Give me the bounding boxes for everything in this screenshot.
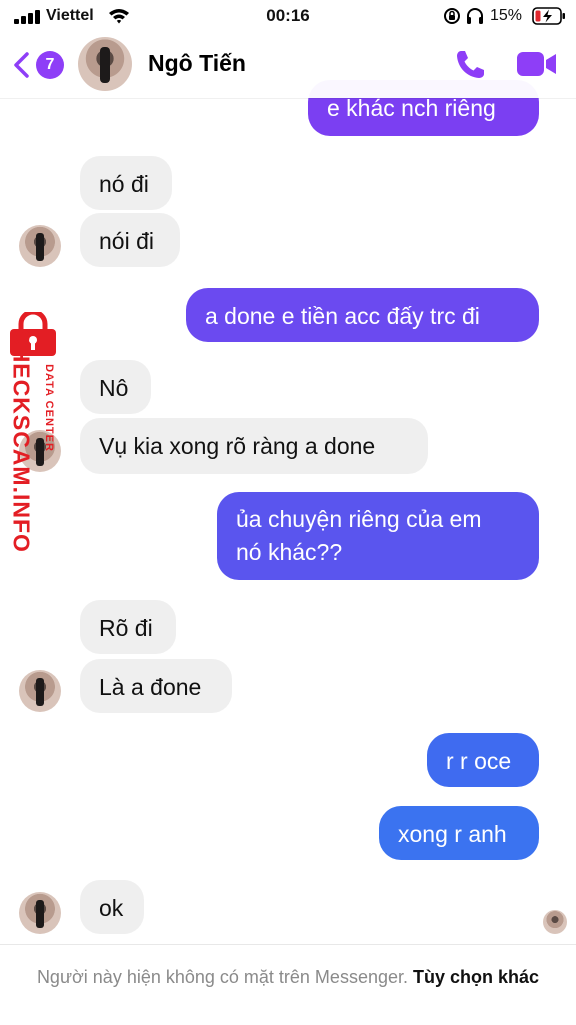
message-text: Là a đone	[99, 674, 202, 700]
message-bubble-incoming[interactable]: Là a đone	[80, 659, 232, 713]
message-bubble-outgoing[interactable]: ủa chuyện riêng của em nó khác??	[217, 492, 539, 580]
notice-text: Người này hiện không có mặt trên Messeng…	[36, 967, 408, 987]
message-text: ok	[99, 895, 124, 921]
seen-receipt-avatar	[543, 910, 567, 934]
rotation-lock-icon	[444, 8, 460, 24]
sender-avatar[interactable]	[19, 892, 61, 934]
message-bubble-incoming[interactable]: Nô	[80, 360, 151, 414]
message-bubble-incoming[interactable]: ok	[80, 880, 144, 934]
contact-avatar[interactable]	[78, 37, 132, 91]
status-bar: Viettel 00:16 15%	[0, 0, 576, 32]
message-bubble-incoming[interactable]: Vụ kia xong rõ ràng a done	[80, 418, 428, 474]
battery-charging-icon	[532, 7, 565, 25]
sender-avatar[interactable]	[19, 225, 61, 267]
message-text: Rõ đi	[99, 615, 153, 641]
headphones-icon	[467, 8, 483, 24]
message-text: Vụ kia xong rõ ràng a done	[99, 433, 376, 459]
battery-percentage: 15%	[490, 7, 523, 24]
chevron-left-icon	[14, 52, 29, 78]
watermark: CHECKSCAM.INFO DATA CENTER	[4, 312, 64, 592]
message-text: r r oce	[446, 748, 512, 774]
message-bubble-incoming[interactable]: nói đi	[80, 213, 180, 267]
message-text-line-2: nó khác??	[236, 539, 343, 565]
message-text: ủa chuyện riêng của em	[236, 506, 482, 532]
unavailable-notice: Người này hiện không có mặt trên Messeng…	[0, 965, 576, 989]
sender-avatar[interactable]	[19, 670, 61, 712]
message-text: xong r anh	[398, 821, 507, 847]
chat-header: 7 Ngô Tiến	[0, 32, 576, 98]
back-button[interactable]: 7	[12, 48, 64, 82]
video-call-icon[interactable]	[516, 50, 558, 78]
contact-name[interactable]: Ngô Tiến	[148, 50, 246, 77]
watermark-brand: CHECKSCAM.INFO	[8, 328, 35, 553]
message-text: e khác nch riêng	[327, 95, 496, 121]
message-bubble-incoming[interactable]: nó đi	[80, 156, 172, 210]
unread-count-badge: 7	[36, 51, 64, 79]
message-bubble-incoming[interactable]: Rõ đi	[80, 600, 176, 654]
unavailable-footer: Người này hiện không có mặt trên Messeng…	[0, 944, 576, 1025]
message-text: nó đi	[99, 171, 149, 197]
message-bubble-outgoing[interactable]: xong r anh	[379, 806, 539, 860]
phone-call-icon[interactable]	[452, 47, 488, 83]
watermark-subtitle: DATA CENTER	[43, 364, 55, 452]
message-text: nói đi	[99, 228, 154, 254]
message-text: a done e tiền acc đấy trc đi	[205, 303, 480, 329]
message-bubble-outgoing[interactable]: r r oce	[427, 733, 539, 787]
other-options-link[interactable]: Tùy chọn khác	[413, 967, 539, 987]
message-text: Nô	[99, 375, 129, 401]
message-bubble-outgoing[interactable]: a done e tiền acc đấy trc đi	[186, 288, 539, 342]
